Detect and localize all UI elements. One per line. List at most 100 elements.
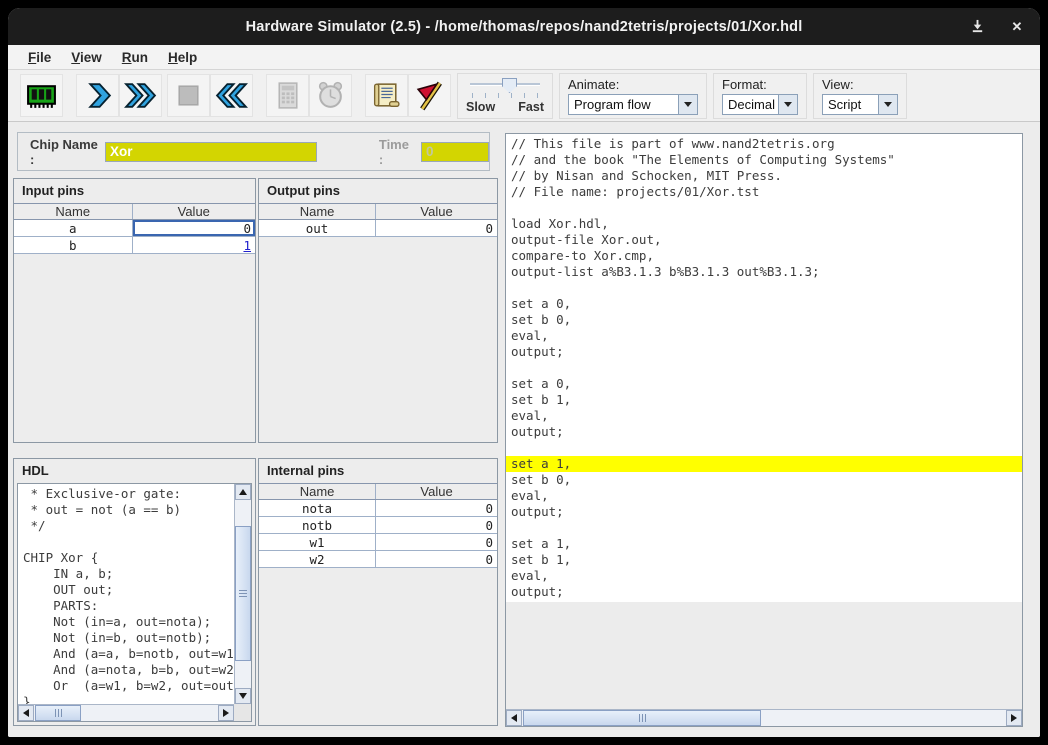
menu-run[interactable]: Run: [112, 48, 158, 67]
pin-value[interactable]: 1: [132, 237, 255, 253]
scrollbar-thumb[interactable]: [523, 710, 761, 726]
toolbar: Slow Fast Animate: Program flow Format: …: [8, 70, 1040, 122]
pin-value[interactable]: 0: [132, 220, 255, 236]
internal-pins-title: Internal pins: [259, 459, 497, 483]
scroll-up-button[interactable]: [235, 484, 251, 500]
table-header: Name Value: [259, 483, 497, 500]
code-line: PARTS:: [23, 598, 234, 614]
menu-help[interactable]: Help: [158, 48, 207, 67]
animate-dropdown-button[interactable]: [678, 95, 697, 114]
arrow-left-icon: [23, 709, 29, 717]
stop-icon: [172, 79, 205, 112]
scrollbar-corner: [234, 704, 251, 721]
script-line: output-file Xor.out,: [506, 232, 1022, 248]
format-value: Decimal: [723, 95, 778, 114]
slider-thumb[interactable]: [502, 78, 517, 93]
speed-slider[interactable]: [466, 77, 544, 93]
code-line: * Exclusive-or gate:: [23, 486, 234, 502]
code-line: */: [23, 518, 234, 534]
reset-button[interactable]: [210, 74, 253, 117]
chip-name-input[interactable]: [105, 142, 317, 162]
single-step-icon: [81, 79, 114, 112]
flag-icon: [413, 79, 446, 112]
script-code[interactable]: // This file is part of www.nand2tetris.…: [506, 134, 1022, 709]
script-icon: [370, 79, 403, 112]
hdl-vertical-scrollbar[interactable]: [234, 484, 251, 704]
view-group: View: Script: [813, 73, 907, 119]
hdl-title: HDL: [14, 459, 255, 483]
pin-value: 0: [375, 534, 497, 550]
load-script-button[interactable]: [365, 74, 408, 117]
format-label: Format:: [722, 77, 798, 92]
pin-name: nota: [259, 500, 375, 516]
app-window: Hardware Simulator (2.5) - /home/thomas/…: [8, 8, 1040, 737]
scroll-right-button[interactable]: [218, 705, 234, 721]
pin-name: notb: [259, 517, 375, 533]
menu-view[interactable]: View: [61, 48, 112, 67]
script-horizontal-scrollbar[interactable]: [506, 709, 1022, 726]
slow-label: Slow: [466, 100, 495, 114]
pin-value: 0: [375, 517, 497, 533]
single-step-button[interactable]: [76, 74, 119, 117]
breakpoints-button[interactable]: [408, 74, 451, 117]
scroll-left-button[interactable]: [18, 705, 34, 721]
code-line: * out = not (a == b): [23, 502, 234, 518]
scrollbar-thumb[interactable]: [235, 526, 251, 661]
arrow-up-icon: [239, 489, 247, 495]
run-icon: [124, 79, 157, 112]
script-line: eval,: [506, 328, 1022, 344]
minimize-button[interactable]: [968, 18, 986, 36]
table-row: notb 0: [259, 517, 497, 534]
table-row: nota 0: [259, 500, 497, 517]
table-row: w1 0: [259, 534, 497, 551]
pin-value: 0: [375, 220, 497, 236]
fast-label: Fast: [518, 100, 544, 114]
scroll-down-button[interactable]: [235, 688, 251, 704]
script-line: eval,: [506, 568, 1022, 584]
script-line: set b 0,: [506, 472, 1022, 488]
pin-value: 0: [375, 551, 497, 567]
chevron-down-icon: [784, 102, 792, 107]
script-line: output;: [506, 424, 1022, 440]
scroll-left-button[interactable]: [506, 710, 522, 726]
format-select[interactable]: Decimal: [722, 94, 798, 115]
view-dropdown-button[interactable]: [878, 95, 897, 114]
table-row: b 1: [14, 237, 255, 254]
format-dropdown-button[interactable]: [778, 95, 797, 114]
animate-value: Program flow: [569, 95, 678, 114]
script-line: [506, 200, 1022, 216]
view-select[interactable]: Script: [822, 94, 898, 115]
table-header: Name Value: [14, 203, 255, 220]
title-bar[interactable]: Hardware Simulator (2.5) - /home/thomas/…: [8, 8, 1040, 45]
time-label: Time :: [379, 137, 413, 167]
load-chip-button[interactable]: [20, 74, 63, 117]
menu-bar: File View Run Help: [8, 45, 1040, 70]
script-line: // by Nisan and Schocken, MIT Press.: [506, 168, 1022, 184]
name-column-header: Name: [259, 484, 375, 499]
minimize-icon: [970, 19, 985, 34]
script-line: set b 1,: [506, 552, 1022, 568]
script-line: set b 0,: [506, 312, 1022, 328]
hdl-code: * Exclusive-or gate: * out = not (a == b…: [18, 484, 234, 704]
table-row: out 0: [259, 220, 497, 237]
hdl-panel: HDL * Exclusive-or gate: * out = not (a …: [13, 458, 256, 726]
name-column-header: Name: [259, 204, 375, 219]
arrow-right-icon: [1011, 714, 1017, 722]
code-line: }: [23, 694, 234, 704]
scroll-right-button[interactable]: [1006, 710, 1022, 726]
menu-file[interactable]: File: [18, 48, 61, 67]
code-line: [23, 534, 234, 550]
code-line: IN a, b;: [23, 566, 234, 582]
script-line: set a 1,: [506, 536, 1022, 552]
pin-name: w2: [259, 551, 375, 567]
hdl-horizontal-scrollbar[interactable]: [18, 704, 234, 721]
run-button[interactable]: [119, 74, 162, 117]
view-label: View:: [822, 77, 898, 92]
script-panel: // This file is part of www.nand2tetris.…: [505, 133, 1023, 727]
scrollbar-thumb[interactable]: [35, 705, 81, 721]
animate-select[interactable]: Program flow: [568, 94, 698, 115]
hdl-viewer: * Exclusive-or gate: * out = not (a == b…: [17, 483, 252, 722]
script-line: output;: [506, 504, 1022, 520]
close-button[interactable]: ✕: [1008, 18, 1026, 36]
script-line: [506, 280, 1022, 296]
